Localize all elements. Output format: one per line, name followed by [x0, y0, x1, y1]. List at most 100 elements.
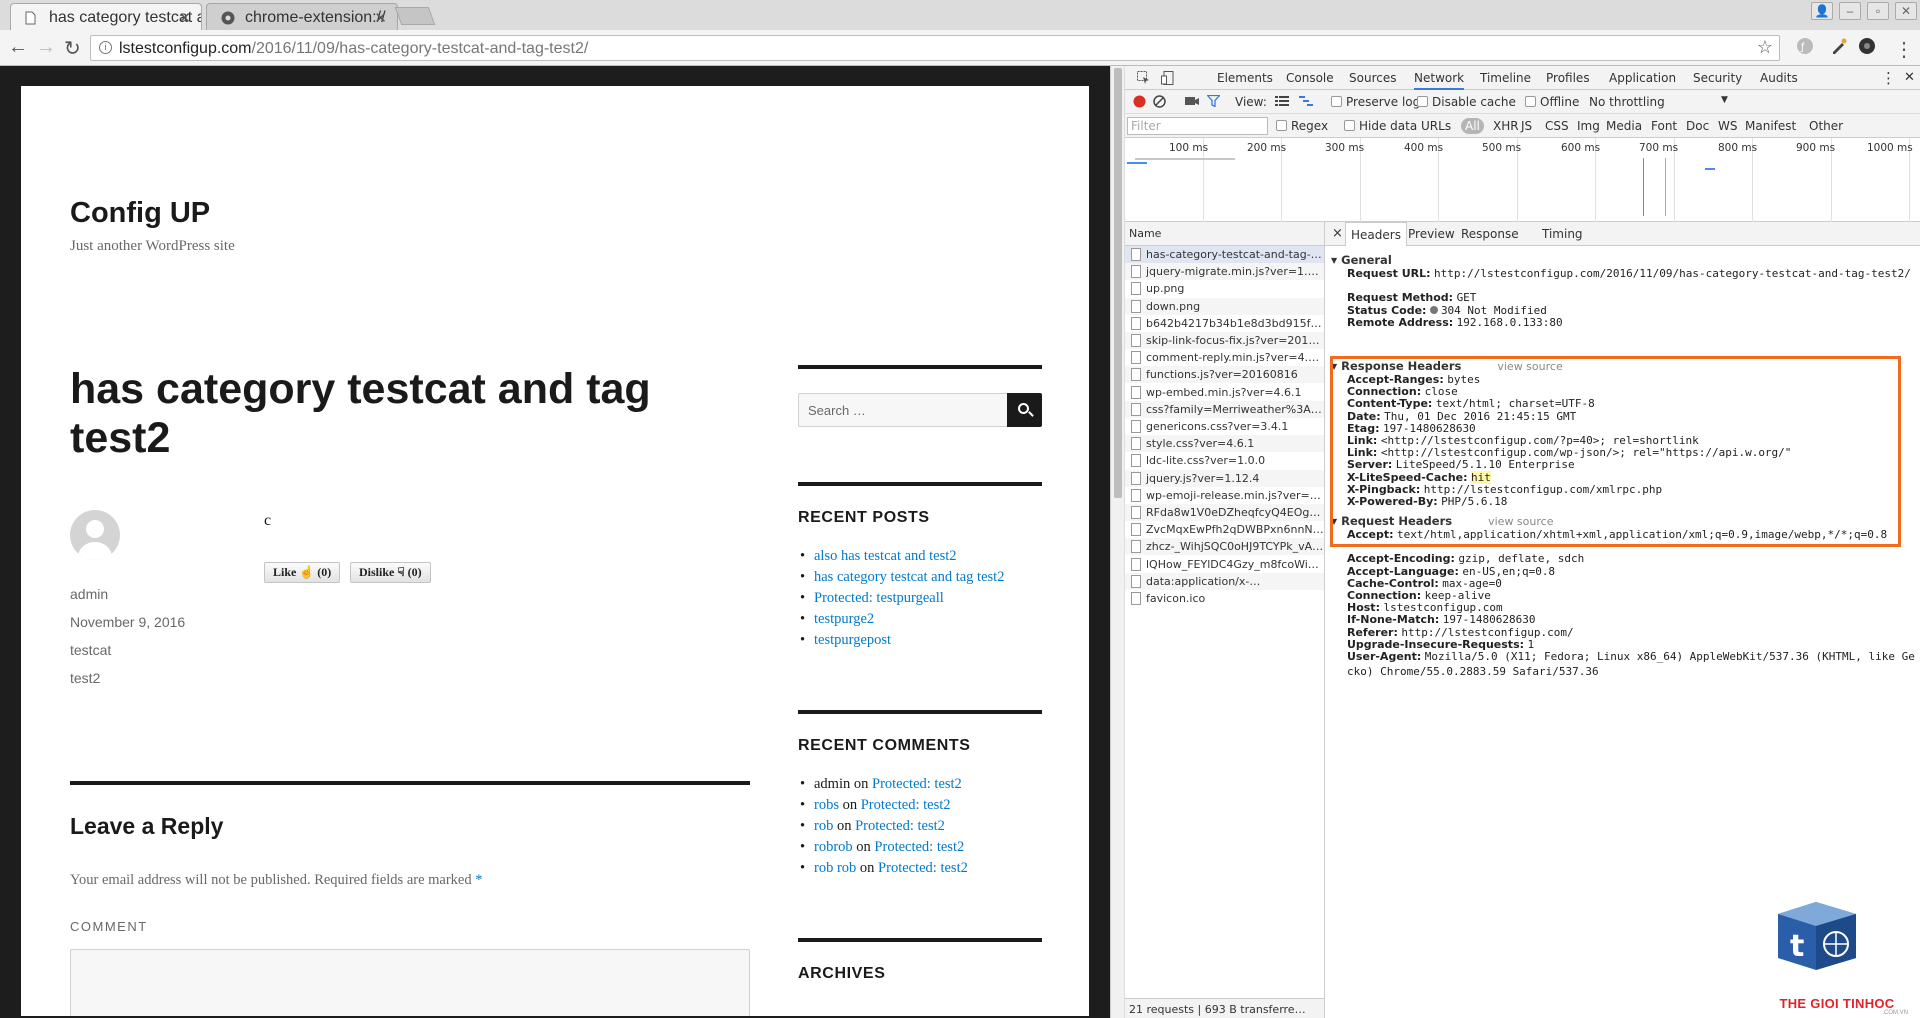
filter-type-ws[interactable]: WS [1718, 119, 1737, 133]
request-row[interactable]: style.css?ver=4.6.1 [1125, 435, 1324, 453]
name-column-header[interactable]: Name [1125, 222, 1325, 246]
recent-post-link[interactable]: also has testcat and test2 [814, 548, 957, 564]
request-row[interactable]: lQHow_FEYlDC4Gzy_m8fcoWiM… [1125, 556, 1324, 573]
request-row[interactable]: ldc-lite.css?ver=1.0.0 [1125, 452, 1324, 469]
comment-author-link[interactable]: rob [814, 818, 833, 834]
post-author[interactable]: admin [70, 586, 108, 602]
close-window-button[interactable]: ✕ [1895, 2, 1917, 20]
filter-input[interactable]: Filter [1127, 117, 1268, 135]
waterfall-icon[interactable] [1299, 95, 1313, 110]
request-row[interactable]: wp-embed.min.js?ver=4.6.1 [1125, 384, 1324, 401]
comment-author-link[interactable]: robs [814, 797, 839, 813]
tab-console[interactable]: Console [1286, 71, 1334, 85]
request-row[interactable]: comment-reply.min.js?ver=4.6.1 [1125, 349, 1324, 366]
filter-type-other[interactable]: Other [1809, 119, 1843, 133]
comment-post-link[interactable]: Protected: test2 [861, 797, 951, 813]
disable-cache-checkbox[interactable]: Disable cache [1417, 95, 1516, 109]
tab-close-icon[interactable]: ✕ [374, 9, 387, 27]
recent-post-link[interactable]: Protected: testpurgeall [814, 590, 944, 606]
info-icon[interactable]: i [99, 41, 112, 54]
filter-type-css[interactable]: CSS [1545, 119, 1569, 133]
tab-sources[interactable]: Sources [1349, 71, 1396, 85]
filter-type-doc[interactable]: Doc [1686, 119, 1709, 133]
filter-type-img[interactable]: Img [1577, 119, 1600, 133]
request-row[interactable]: skip-link-focus-fix.js?ver=20160… [1125, 332, 1324, 349]
maximize-button[interactable]: ▫ [1867, 2, 1889, 20]
reload-button[interactable]: ↻ [64, 36, 81, 61]
detail-close-icon[interactable]: × [1332, 226, 1343, 241]
preserve-log-checkbox[interactable]: Preserve log [1331, 95, 1420, 109]
request-row[interactable]: b642b4217b34b1e8d3bd915fc65… [1125, 315, 1324, 332]
comment-post-link[interactable]: Protected: test2 [878, 860, 968, 876]
tab-timeline[interactable]: Timeline [1480, 71, 1531, 85]
filter-type-all[interactable]: All [1461, 118, 1484, 134]
like-button[interactable]: Like ☝ (0) [264, 562, 341, 583]
browser-tab-active[interactable]: has category testcat and tag test2 ✕ [10, 3, 202, 30]
tab-preview[interactable]: Preview [1408, 227, 1455, 241]
filter-type-media[interactable]: Media [1606, 119, 1642, 133]
request-row[interactable]: zhcz-_WihjSQC0oHJ9TCYPk_vA… [1125, 538, 1324, 556]
minimize-button[interactable]: – [1839, 2, 1861, 20]
request-row[interactable]: up.png [1125, 280, 1324, 297]
clear-icon[interactable] [1153, 95, 1166, 111]
comment-post-link[interactable]: Protected: test2 [855, 818, 945, 834]
recent-post-link[interactable]: testpurgepost [814, 632, 891, 648]
request-row[interactable]: favicon.ico [1125, 590, 1324, 607]
camera-icon[interactable] [1185, 95, 1199, 110]
dislike-button[interactable]: Dislike ☟ (0) [350, 562, 431, 583]
address-bar[interactable]: i lstestconfigup.com/2016/11/09/has-cate… [90, 35, 1780, 61]
post-tag[interactable]: test2 [70, 670, 100, 686]
devtools-menu-icon[interactable]: ⋮ [1881, 69, 1896, 87]
inspect-element-icon[interactable] [1137, 71, 1150, 87]
request-row[interactable]: functions.js?ver=20160816 [1125, 366, 1324, 384]
general-section-header[interactable]: ▼ General [1331, 253, 1392, 267]
request-row[interactable]: jquery-migrate.min.js?ver=1.4.1 [1125, 263, 1324, 281]
request-row[interactable]: data:application/x-… [1125, 572, 1324, 590]
post-date[interactable]: November 9, 2016 [70, 614, 185, 630]
tab-network[interactable]: Network [1414, 71, 1465, 90]
scrollbar-thumb[interactable] [1114, 68, 1122, 498]
request-row[interactable]: ZvcMqxEwPfh2qDWBPxn6nnNu… [1125, 521, 1324, 538]
forward-button[interactable]: → [36, 36, 56, 59]
tab-response[interactable]: Response [1461, 227, 1519, 241]
offline-checkbox[interactable]: Offline [1525, 95, 1579, 109]
recent-post-link[interactable]: testpurge2 [814, 611, 874, 627]
search-button[interactable] [1007, 393, 1042, 427]
tab-profiles[interactable]: Profiles [1546, 71, 1590, 85]
request-row[interactable]: jquery.js?ver=1.12.4 [1125, 469, 1324, 487]
tab-audits[interactable]: Audits [1760, 71, 1798, 85]
search-input[interactable]: Search … [798, 393, 1008, 427]
browser-tab-extension[interactable]: chrome-extension:// ✕ [206, 3, 398, 30]
filter-type-font[interactable]: Font [1651, 119, 1677, 133]
site-title[interactable]: Config UP [70, 197, 210, 230]
comment-textarea[interactable] [70, 949, 750, 1016]
filter-type-js[interactable]: JS [1521, 119, 1532, 133]
new-tab-button[interactable] [394, 7, 436, 25]
request-row[interactable]: down.png [1125, 297, 1324, 315]
filter-icon[interactable] [1206, 94, 1221, 110]
network-overview-timeline[interactable]: 100 ms 200 ms 300 ms 400 ms 500 ms 600 m… [1125, 138, 1920, 222]
tab-application[interactable]: Application [1609, 71, 1676, 85]
device-mode-icon[interactable] [1161, 71, 1174, 88]
filter-type-xhr[interactable]: XHR [1493, 119, 1519, 133]
extension-icon[interactable]: ƒ [1796, 37, 1814, 60]
comment-post-link[interactable]: Protected: test2 [872, 776, 962, 792]
request-row[interactable]: wp-emoji-release.min.js?ver=4.6.1 [1125, 487, 1324, 504]
tab-security[interactable]: Security [1693, 71, 1742, 85]
regex-checkbox[interactable]: Regex [1276, 119, 1328, 133]
request-row[interactable]: RFda8w1V0eDZheqfcyQ4EOgd… [1125, 504, 1324, 521]
profile-icon[interactable]: 👤 [1811, 2, 1833, 20]
tab-elements[interactable]: Elements [1217, 71, 1273, 85]
devtools-close-icon[interactable]: ✕ [1904, 70, 1915, 85]
record-icon[interactable] [1133, 95, 1146, 111]
comment-post-link[interactable]: Protected: test2 [874, 839, 964, 855]
page-scrollbar[interactable] [1111, 66, 1125, 1018]
request-row[interactable]: genericons.css?ver=3.4.1 [1125, 418, 1324, 435]
filter-type-manifest[interactable]: Manifest [1745, 119, 1796, 133]
post-category[interactable]: testcat [70, 642, 111, 658]
throttling-select[interactable]: No throttling ▼ [1589, 95, 1728, 109]
tab-close-icon[interactable]: ✕ [178, 9, 191, 27]
hide-data-urls-checkbox[interactable]: Hide data URLs [1344, 119, 1451, 133]
comment-author-link[interactable]: robrob [814, 839, 853, 855]
large-rows-icon[interactable] [1275, 95, 1289, 110]
